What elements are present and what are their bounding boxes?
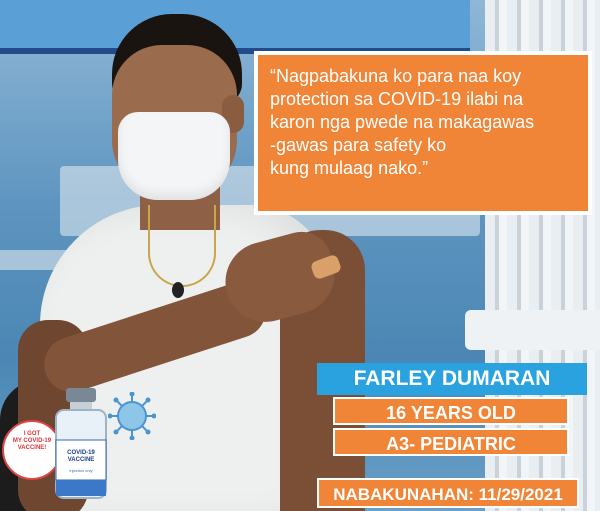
name-label: FARLEY DUMARAN bbox=[317, 363, 587, 395]
vaccine-vial-icon: COVID-19 VACCINE injection only bbox=[52, 388, 110, 500]
vaccine-vial-graphic bbox=[55, 388, 107, 499]
quote-line: -gawas para safety ko bbox=[270, 135, 447, 155]
vial-title-line: VACCINE bbox=[67, 457, 95, 463]
vaccination-date-label: NABAKUNAHAN: 11/29/2021 bbox=[317, 478, 579, 508]
quote-line: protection sa COVID-19 ilabi na bbox=[270, 89, 524, 109]
badge-line: MY COVID-19 bbox=[12, 438, 52, 444]
vaccination-poster: “Nagpabakuna ko para naa koy protection … bbox=[0, 0, 600, 511]
badge-line: I GOT bbox=[23, 431, 41, 437]
age-label: 16 YEARS OLD bbox=[333, 397, 569, 425]
face-mask bbox=[118, 112, 230, 200]
vial-note: injection only bbox=[69, 468, 93, 473]
quote-line: “Nagpabakuna ko para naa koy bbox=[270, 66, 522, 86]
pendant bbox=[172, 282, 184, 298]
category-label: A3- PEDIATRIC bbox=[333, 428, 569, 456]
vial-title: COVID-19 VACCINE bbox=[58, 450, 104, 464]
badge-line: VACCINE! bbox=[17, 445, 47, 451]
vial-title-line: COVID-19 bbox=[67, 450, 95, 456]
quote-text: “Nagpabakuna ko para naa koy protection … bbox=[270, 65, 578, 180]
quote-box: “Nagpabakuna ko para naa koy protection … bbox=[254, 51, 592, 215]
quote-line: kung mulaag nako.” bbox=[270, 158, 429, 178]
virus-icon bbox=[108, 392, 156, 440]
necklace bbox=[148, 205, 216, 287]
quote-line: karon nga pwede na makagawas bbox=[270, 112, 535, 132]
